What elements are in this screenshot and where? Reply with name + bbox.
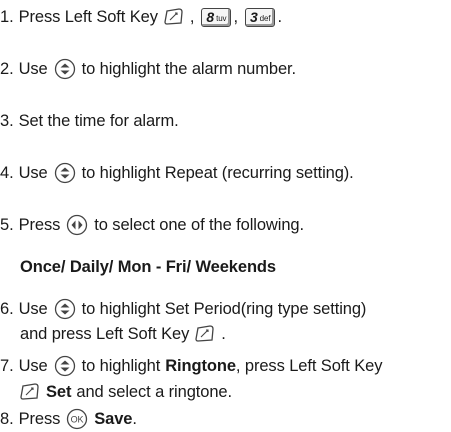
key-8-icon: 8 tuv: [201, 7, 232, 27]
nav-left-right-icon: [66, 214, 88, 236]
step-text: to highlight the alarm number.: [81, 59, 296, 78]
step-4: 4. Use to highlight Repeat (recurring se…: [0, 160, 354, 186]
step-number: 7.: [0, 356, 14, 375]
step-number: 5.: [0, 215, 14, 234]
step-text: and press Left Soft Key: [20, 324, 190, 343]
step-text: Press Left Soft Key: [18, 7, 158, 26]
nav-up-down-icon: [54, 58, 76, 80]
step-number: 1.: [0, 7, 14, 26]
step-6-line-2: and press Left Soft Key .: [20, 321, 226, 347]
step-number: 3.: [0, 111, 14, 130]
step-text: Use: [18, 356, 48, 375]
step-text: to select one of the following.: [94, 215, 304, 234]
nav-up-down-icon: [54, 298, 76, 320]
nav-up-down-icon: [54, 355, 76, 377]
step-number: 4.: [0, 163, 14, 182]
ringtone-label: Ringtone: [165, 356, 236, 375]
left-soft-key-icon: [20, 382, 42, 402]
repeat-options: Once/ Daily/ Mon - Fri/ Weekends: [20, 254, 276, 280]
left-soft-key-icon: [195, 324, 217, 344]
step-end: .: [132, 409, 137, 428]
nav-up-down-icon: [54, 162, 76, 184]
step-text: to highlight: [81, 356, 161, 375]
step-7: 7. Use to highlight Ringtone , press Lef…: [0, 353, 382, 379]
step-text: to highlight Repeat (recurring setting).: [81, 163, 354, 182]
step-5: 5. Press to select one of the following.: [0, 212, 304, 238]
key-3-icon: 3 def: [244, 7, 276, 27]
step-text: , press Left Soft Key: [235, 356, 383, 375]
step-7-line-2: Set and select a ringtone.: [20, 379, 232, 405]
separator: ,: [189, 7, 195, 26]
step-2: 2. Use to highlight the alarm number.: [0, 56, 296, 82]
step-end: .: [277, 7, 282, 26]
separator: ,: [233, 7, 238, 26]
step-number: 8.: [0, 409, 14, 428]
step-8: 8. Press Save .: [0, 406, 137, 432]
step-text: Use: [18, 59, 48, 78]
step-6: 6. Use to highlight Set Period(ring type…: [0, 296, 366, 322]
step-number: 6.: [0, 299, 14, 318]
step-text: and select a ringtone.: [76, 382, 232, 401]
step-text: Press: [18, 409, 61, 428]
left-soft-key-icon: [164, 7, 186, 27]
save-label: Save: [94, 409, 133, 428]
step-number: 2.: [0, 59, 14, 78]
ok-key-icon: [66, 408, 88, 430]
step-text: Use: [18, 299, 48, 318]
step-text: to highlight Set Period(ring type settin…: [81, 299, 367, 318]
step-text: Use: [18, 163, 48, 182]
step-end: .: [221, 324, 226, 343]
set-label: Set: [46, 382, 72, 401]
options-text: Once/ Daily/ Mon - Fri/ Weekends: [20, 257, 276, 276]
step-text: Press: [18, 215, 61, 234]
step-text: Set the time for alarm.: [18, 111, 179, 130]
step-1: 1. Press Left Soft Key , 8 tuv , 3 def .: [0, 4, 282, 30]
step-3: 3. Set the time for alarm.: [0, 108, 179, 134]
